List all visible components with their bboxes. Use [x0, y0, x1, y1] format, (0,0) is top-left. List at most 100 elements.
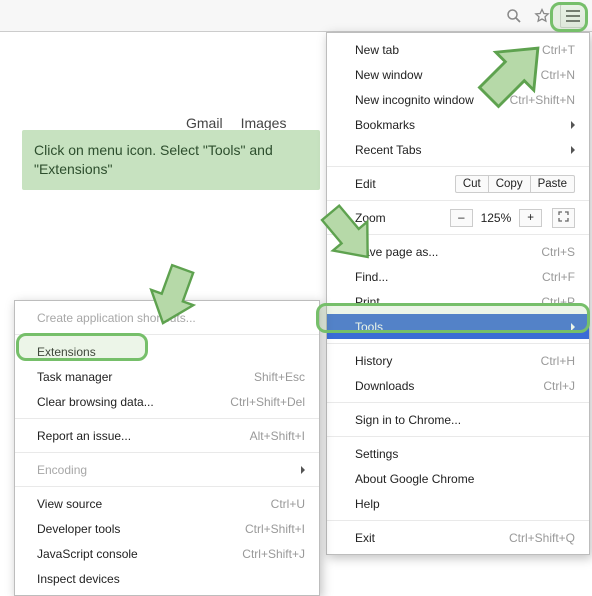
menu-separator	[15, 486, 319, 487]
menu-item-label: Clear browsing data...	[37, 395, 230, 409]
menu-separator	[15, 418, 319, 419]
menu-item-label: Find...	[355, 270, 542, 284]
menu-item-shortcut: Ctrl+P	[541, 295, 575, 309]
menu-separator	[327, 200, 589, 201]
menu-item-label: Task manager	[37, 370, 254, 384]
edit-paste-button[interactable]: Paste	[530, 175, 575, 193]
menu-bookmarks[interactable]: Bookmarks	[327, 112, 589, 137]
submenu-clear-browsing-data[interactable]: Clear browsing data... Ctrl+Shift+Del	[15, 389, 319, 414]
hamburger-icon	[566, 15, 580, 17]
bookmark-star-icon[interactable]	[532, 6, 552, 26]
chrome-menu-button[interactable]	[560, 4, 586, 28]
menu-downloads[interactable]: Downloads Ctrl+J	[327, 373, 589, 398]
menu-history[interactable]: History Ctrl+H	[327, 348, 589, 373]
submenu-create-shortcuts: Create application shortcuts...	[15, 305, 319, 330]
instruction-callout: Click on menu icon. Select "Tools" and "…	[22, 130, 320, 190]
menu-item-label: About Google Chrome	[355, 472, 575, 486]
menu-separator	[327, 402, 589, 403]
menu-item-label: Zoom	[355, 211, 450, 225]
menu-item-label: Report an issue...	[37, 429, 250, 443]
submenu-task-manager[interactable]: Task manager Shift+Esc	[15, 364, 319, 389]
menu-item-label: Encoding	[37, 463, 305, 477]
menu-item-shortcut: Shift+Esc	[254, 370, 305, 384]
menu-item-shortcut: Ctrl+Shift+N	[510, 93, 575, 107]
submenu-developer-tools[interactable]: Developer tools Ctrl+Shift+I	[15, 516, 319, 541]
submenu-encoding[interactable]: Encoding	[15, 457, 319, 482]
menu-recent-tabs[interactable]: Recent Tabs	[327, 137, 589, 162]
edit-cut-button[interactable]: Cut	[455, 175, 489, 193]
zoom-out-button[interactable]: –	[450, 209, 472, 227]
menu-item-label: Extensions	[37, 345, 305, 359]
menu-item-shortcut: Ctrl+U	[271, 497, 305, 511]
submenu-extensions[interactable]: Extensions	[15, 339, 319, 364]
menu-item-label: New window	[355, 68, 541, 82]
menu-item-label: Exit	[355, 531, 509, 545]
fullscreen-button[interactable]	[552, 208, 575, 228]
zoom-in-button[interactable]: +	[519, 209, 542, 227]
menu-item-shortcut: Ctrl+J	[543, 379, 575, 393]
submenu-view-source[interactable]: View source Ctrl+U	[15, 491, 319, 516]
menu-item-shortcut: Ctrl+F	[542, 270, 575, 284]
menu-item-label: New incognito window	[355, 93, 510, 107]
submenu-inspect-devices[interactable]: Inspect devices	[15, 566, 319, 591]
menu-item-shortcut: Ctrl+N	[541, 68, 575, 82]
menu-item-shortcut: Ctrl+Shift+Q	[509, 531, 575, 545]
menu-item-label: Print...	[355, 295, 541, 309]
menu-tools[interactable]: Tools	[327, 314, 589, 339]
menu-item-label: History	[355, 354, 541, 368]
menu-settings[interactable]: Settings	[327, 441, 589, 466]
menu-item-label: Help	[355, 497, 575, 511]
menu-separator	[15, 452, 319, 453]
menu-item-shortcut: Ctrl+H	[541, 354, 575, 368]
menu-zoom-row: Zoom – 125% +	[327, 205, 589, 230]
menu-item-shortcut: Ctrl+T	[542, 43, 575, 57]
menu-item-label: Edit	[355, 177, 456, 191]
google-nav-links: Gmail Images	[186, 115, 286, 131]
menu-separator	[327, 436, 589, 437]
zoom-value: 125%	[477, 211, 516, 225]
menu-new-window[interactable]: New window Ctrl+N	[327, 62, 589, 87]
menu-item-label: JavaScript console	[37, 547, 242, 561]
menu-find[interactable]: Find... Ctrl+F	[327, 264, 589, 289]
menu-item-label: Save page as...	[355, 245, 541, 259]
submenu-report-issue[interactable]: Report an issue... Alt+Shift+I	[15, 423, 319, 448]
menu-help[interactable]: Help	[327, 491, 589, 516]
images-link[interactable]: Images	[241, 115, 287, 131]
submenu-js-console[interactable]: JavaScript console Ctrl+Shift+J	[15, 541, 319, 566]
tools-submenu: Create application shortcuts... Extensio…	[14, 300, 320, 596]
menu-item-label: New tab	[355, 43, 542, 57]
menu-item-shortcut: Ctrl+S	[541, 245, 575, 259]
menu-item-label: Create application shortcuts...	[37, 311, 305, 325]
edit-copy-button[interactable]: Copy	[488, 175, 531, 193]
menu-separator	[327, 520, 589, 521]
chrome-main-menu: New tab Ctrl+T New window Ctrl+N New inc…	[326, 32, 590, 555]
menu-separator	[327, 343, 589, 344]
menu-item-shortcut: Ctrl+Shift+J	[242, 547, 305, 561]
menu-print[interactable]: Print... Ctrl+P	[327, 289, 589, 314]
menu-sign-in[interactable]: Sign in to Chrome...	[327, 407, 589, 432]
menu-separator	[15, 334, 319, 335]
menu-item-shortcut: Ctrl+Shift+I	[245, 522, 305, 536]
menu-separator	[327, 166, 589, 167]
menu-separator	[327, 234, 589, 235]
gmail-link[interactable]: Gmail	[186, 115, 223, 131]
menu-edit-row: Edit Cut Copy Paste	[327, 171, 589, 196]
menu-item-label: Settings	[355, 447, 575, 461]
menu-item-label: Bookmarks	[355, 118, 575, 132]
menu-item-shortcut: Alt+Shift+I	[250, 429, 305, 443]
menu-item-label: Inspect devices	[37, 572, 305, 586]
menu-new-incognito[interactable]: New incognito window Ctrl+Shift+N	[327, 87, 589, 112]
menu-about[interactable]: About Google Chrome	[327, 466, 589, 491]
menu-item-label: Sign in to Chrome...	[355, 413, 575, 427]
menu-item-label: Recent Tabs	[355, 143, 575, 157]
menu-new-tab[interactable]: New tab Ctrl+T	[327, 37, 589, 62]
menu-exit[interactable]: Exit Ctrl+Shift+Q	[327, 525, 589, 550]
menu-item-shortcut: Ctrl+Shift+Del	[230, 395, 305, 409]
menu-item-label: Downloads	[355, 379, 543, 393]
menu-save-page-as[interactable]: Save page as... Ctrl+S	[327, 239, 589, 264]
menu-item-label: Tools	[355, 320, 575, 334]
menu-item-label: View source	[37, 497, 271, 511]
zoom-indicator-icon[interactable]	[504, 6, 524, 26]
browser-toolbar	[0, 0, 592, 32]
menu-item-label: Developer tools	[37, 522, 245, 536]
